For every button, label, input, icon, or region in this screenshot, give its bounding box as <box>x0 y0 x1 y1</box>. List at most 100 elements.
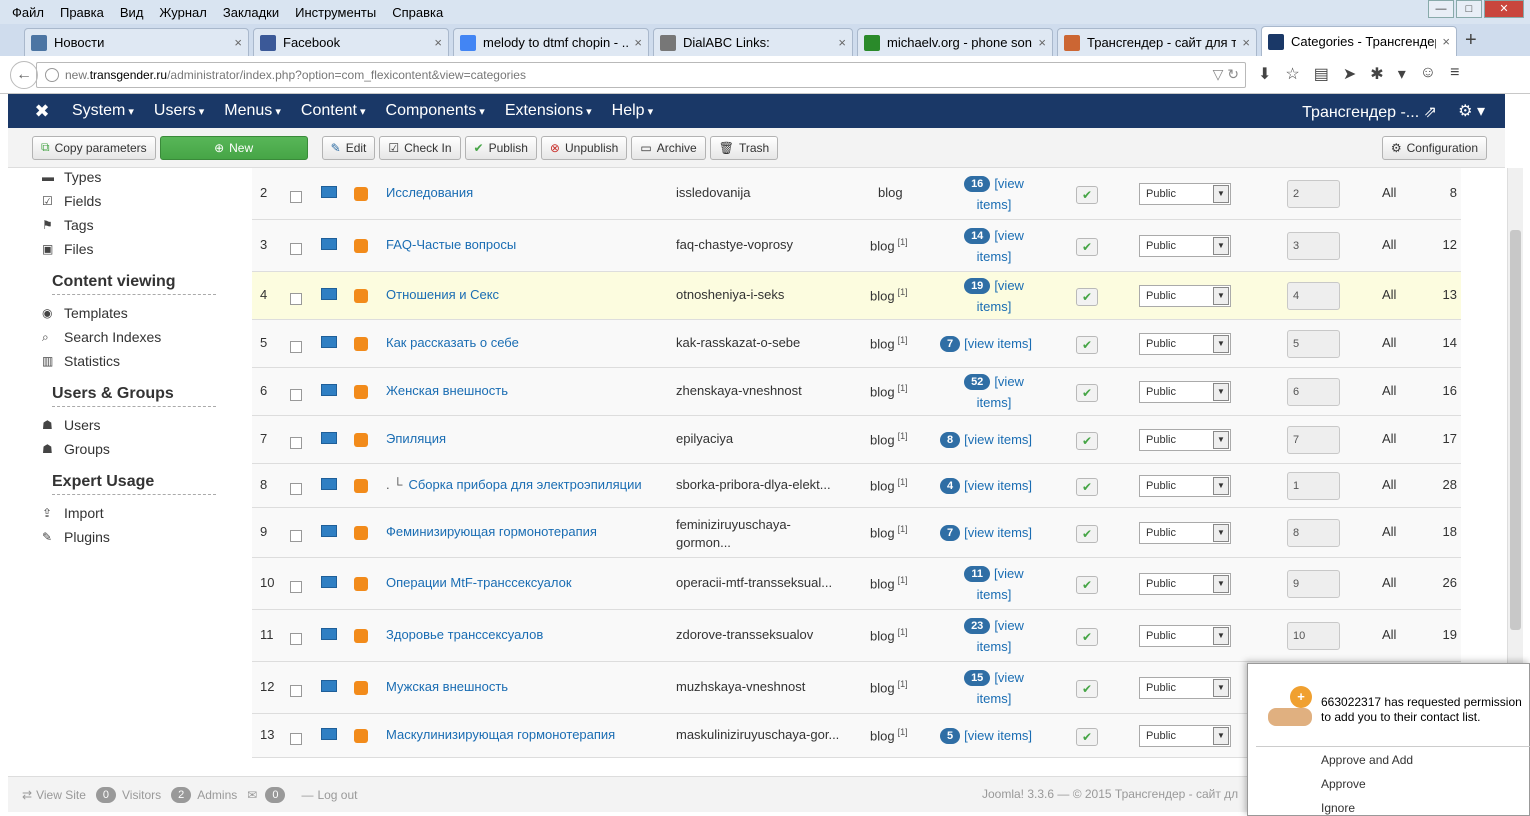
sidebar-item-import[interactable]: ⇪ Import <box>34 501 224 525</box>
close-tab-icon[interactable]: × <box>1442 34 1450 49</box>
approve-and-add-button[interactable]: Approve and Add <box>1321 753 1413 767</box>
view-items-link[interactable]: 7 [view items] <box>940 522 1056 543</box>
admin-menu-extensions[interactable]: Extensions <box>505 102 592 120</box>
rss-icon[interactable] <box>354 385 368 399</box>
ordering-input[interactable]: 4 <box>1287 282 1340 310</box>
archive-button[interactable]: ▭ Archive <box>631 135 706 160</box>
rss-icon[interactable] <box>354 433 368 447</box>
close-tab-icon[interactable]: × <box>234 35 242 50</box>
access-select[interactable]: Public ▼ <box>1139 429 1231 451</box>
view-items-link[interactable]: 5 [view items] <box>940 725 1056 746</box>
chevron-down-icon[interactable]: ▼ <box>1213 431 1229 449</box>
maximize-button[interactable]: □ <box>1456 0 1482 18</box>
chevron-down-icon[interactable]: ▼ <box>1213 287 1229 305</box>
close-window-button[interactable]: ✕ <box>1484 0 1524 18</box>
category-title-link[interactable]: Женская внешность <box>386 383 666 398</box>
new-tab-icon[interactable]: + <box>1465 29 1477 52</box>
bookmark-star-icon[interactable]: ☆ <box>1285 64 1299 84</box>
category-title-link[interactable]: Мужская внешность <box>386 679 666 694</box>
rss-icon[interactable] <box>354 239 368 253</box>
sidebar-item-fields[interactable]: ☑ Fields <box>34 189 224 213</box>
category-title-link[interactable]: Эпиляция <box>386 431 666 446</box>
view-site-link[interactable]: ⇄ View Site <box>22 788 86 802</box>
browser-menu-item[interactable]: Вид <box>112 5 152 20</box>
monitor-icon[interactable] <box>321 576 337 588</box>
browser-menu-item[interactable]: Закладки <box>215 5 287 20</box>
close-tab-icon[interactable]: × <box>1038 35 1046 50</box>
publish-toggle[interactable]: ✔ <box>1076 728 1098 746</box>
rss-icon[interactable] <box>354 629 368 643</box>
ignore-button[interactable]: Ignore <box>1321 801 1355 815</box>
category-title-link[interactable]: . └ Сборка прибора для электроэпиляции <box>386 477 666 492</box>
row-checkbox[interactable] <box>290 341 302 353</box>
category-title-link[interactable]: Феминизирующая гормонотерапия <box>386 524 666 539</box>
view-items-link[interactable]: 52 [view items] <box>960 371 1028 413</box>
logout-link[interactable]: — Log out <box>301 788 357 802</box>
monitor-icon[interactable] <box>321 628 337 640</box>
configuration-button[interactable]: ⚙ Configuration <box>1381 136 1487 160</box>
check-in-button[interactable]: ☑ Check In <box>379 135 461 160</box>
rss-icon[interactable] <box>354 729 368 743</box>
row-checkbox[interactable] <box>290 581 302 593</box>
new-button[interactable]: ⊕ New <box>159 135 308 160</box>
rss-icon[interactable] <box>354 337 368 351</box>
ordering-input[interactable]: 1 <box>1287 472 1340 500</box>
chevron-down-icon[interactable]: ▼ <box>1213 477 1229 495</box>
row-checkbox[interactable] <box>290 243 302 255</box>
minimize-button[interactable]: — <box>1428 0 1454 18</box>
rss-icon[interactable] <box>354 526 368 540</box>
view-items-link[interactable]: 14 [view items] <box>960 225 1028 267</box>
browser-menu-item[interactable]: Справка <box>384 5 451 20</box>
browser-menu-item[interactable]: Правка <box>52 5 112 20</box>
view-items-link[interactable]: 19 [view items] <box>960 275 1028 317</box>
sidebar-item-files[interactable]: ▣ Files <box>34 237 224 261</box>
sidebar-item-statistics[interactable]: ▥ Statistics <box>34 349 224 373</box>
access-select[interactable]: Public ▼ <box>1139 522 1231 544</box>
publish-toggle[interactable]: ✔ <box>1076 576 1098 594</box>
row-checkbox[interactable] <box>290 389 302 401</box>
chevron-down-icon[interactable]: ▼ <box>1213 383 1229 401</box>
edit-button[interactable]: ✎ Edit <box>321 135 376 160</box>
access-select[interactable]: Public ▼ <box>1139 677 1231 699</box>
view-items-link[interactable]: 4 [view items] <box>940 475 1056 496</box>
rss-icon[interactable] <box>354 479 368 493</box>
publish-toggle[interactable]: ✔ <box>1076 336 1098 354</box>
view-items-link[interactable]: 15 [view items] <box>960 667 1028 709</box>
chevron-down-icon[interactable]: ▼ <box>1213 185 1229 203</box>
row-checkbox[interactable] <box>290 733 302 745</box>
ordering-input[interactable]: 2 <box>1287 180 1340 208</box>
publish-toggle[interactable]: ✔ <box>1076 628 1098 646</box>
sidebar-item-plugins[interactable]: ✎ Plugins <box>34 525 224 549</box>
access-select[interactable]: Public ▼ <box>1139 183 1231 205</box>
chevron-down-icon[interactable]: ▼ <box>1213 575 1229 593</box>
ordering-input[interactable]: 5 <box>1287 330 1340 358</box>
monitor-icon[interactable] <box>321 186 337 198</box>
row-checkbox[interactable] <box>290 483 302 495</box>
row-checkbox[interactable] <box>290 530 302 542</box>
sidebar-item-users[interactable]: ☗ Users <box>34 413 224 437</box>
publish-toggle[interactable]: ✔ <box>1076 525 1098 543</box>
category-title-link[interactable]: FAQ-Частые вопросы <box>386 237 666 252</box>
monitor-icon[interactable] <box>321 432 337 444</box>
chevron-down-icon[interactable]: ▼ <box>1213 679 1229 697</box>
browser-tab[interactable]: Facebook × <box>253 28 449 56</box>
publish-toggle[interactable]: ✔ <box>1076 186 1098 204</box>
monitor-icon[interactable] <box>321 238 337 250</box>
browser-tab[interactable]: Новости × <box>24 28 249 56</box>
monitor-icon[interactable] <box>321 384 337 396</box>
monitor-icon[interactable] <box>321 288 337 300</box>
access-select[interactable]: Public ▼ <box>1139 381 1231 403</box>
sidebar-item-templates[interactable]: ◉ Templates <box>34 301 224 325</box>
reload-icon[interactable]: ▽ ↻ <box>1213 66 1239 83</box>
copy-parameters-button[interactable]: ⧉ Copy parameters <box>32 135 156 160</box>
ordering-input[interactable]: 6 <box>1287 378 1340 406</box>
address-bar[interactable]: new. transgender.ru/administrator/index.p… <box>36 62 1246 88</box>
rss-icon[interactable] <box>354 577 368 591</box>
row-checkbox[interactable] <box>290 191 302 203</box>
rss-icon[interactable] <box>354 681 368 695</box>
row-checkbox[interactable] <box>290 685 302 697</box>
admin-menu-help[interactable]: Help <box>612 102 653 120</box>
category-title-link[interactable]: Операции MtF-транссексуалок <box>386 575 666 590</box>
category-title-link[interactable]: Исследования <box>386 185 666 200</box>
close-tab-icon[interactable]: × <box>634 35 642 50</box>
